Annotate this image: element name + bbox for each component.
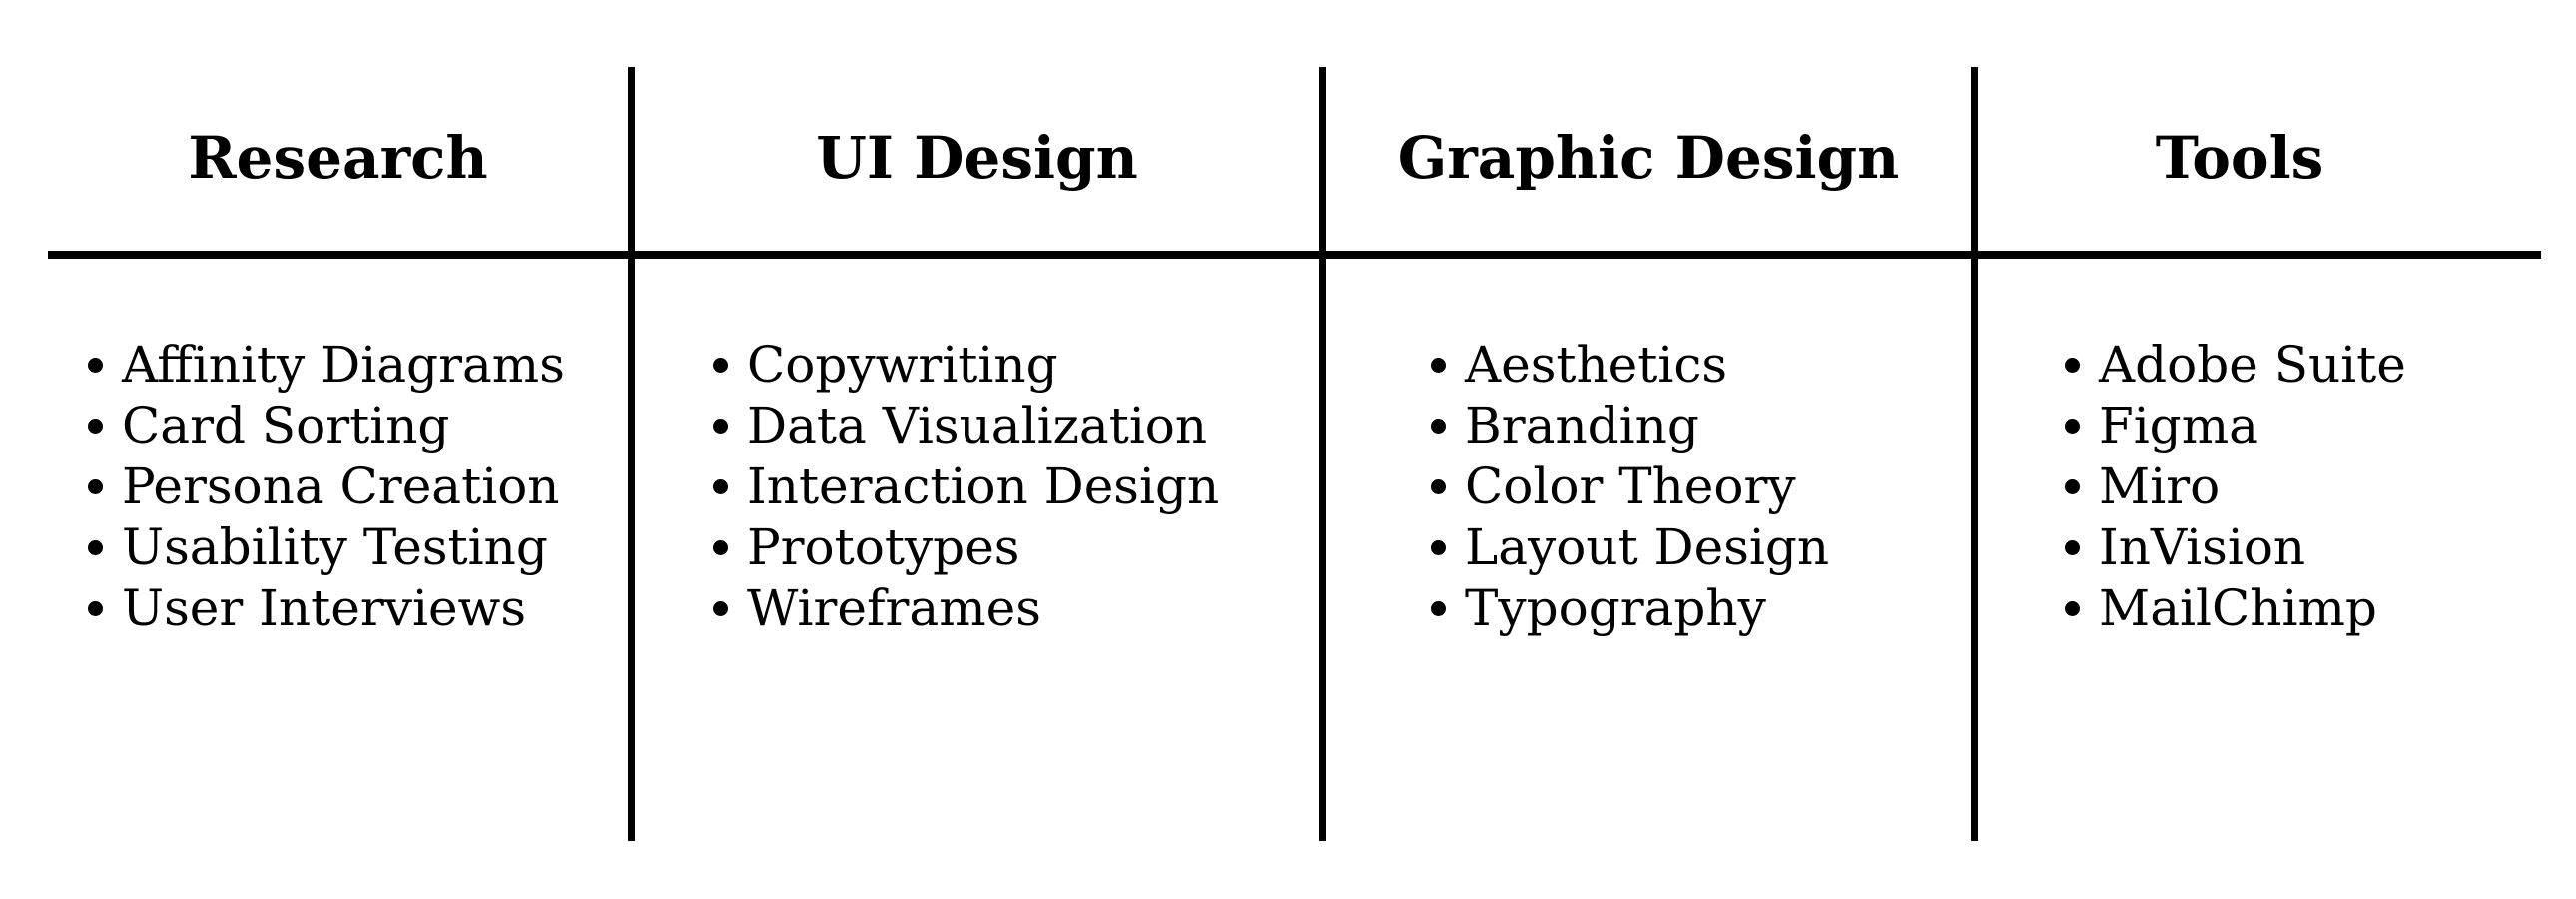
list-item: Typography <box>1431 578 1829 639</box>
list-item-label: Color Theory <box>1465 457 1796 515</box>
column-header-research: Research <box>188 124 488 192</box>
list-item: Branding <box>1431 396 1829 456</box>
bullet-icon <box>1431 479 1446 494</box>
bullet-icon <box>713 419 728 434</box>
list-item-label: Data Visualization <box>747 397 1208 454</box>
list-item-label: Aesthetics <box>1465 336 1727 394</box>
list-item: User Interviews <box>88 578 565 639</box>
research-list: Affinity Diagrams Card Sorting Persona C… <box>88 335 565 639</box>
list-item: InVision <box>2065 517 2406 578</box>
bullet-icon <box>88 601 103 616</box>
column-header-ui-design: UI Design <box>816 124 1138 192</box>
list-item-label: Miro <box>2099 457 2221 515</box>
list-item-label: Usability Testing <box>122 518 548 576</box>
list-item: Aesthetics <box>1431 335 1829 396</box>
list-item: Copywriting <box>713 335 1219 396</box>
list-item-label: Persona Creation <box>122 457 560 515</box>
list-item-label: Figma <box>2099 397 2258 454</box>
list-item: Usability Testing <box>88 517 565 578</box>
list-item-label: Interaction Design <box>747 457 1220 515</box>
bullet-icon <box>1431 601 1446 616</box>
list-item: Card Sorting <box>88 396 565 456</box>
list-item: Interaction Design <box>713 456 1219 517</box>
skills-table: Research UI Design Graphic Design Tools … <box>0 0 2576 899</box>
bullet-icon <box>88 540 103 555</box>
column-divider <box>1971 67 1978 841</box>
graphic-design-list: Aesthetics Branding Color Theory Layout … <box>1431 335 1829 639</box>
list-item-label: InVision <box>2099 518 2306 576</box>
bullet-icon <box>2065 479 2080 494</box>
list-item: Prototypes <box>713 517 1219 578</box>
bullet-icon <box>88 419 103 434</box>
bullet-icon <box>2065 601 2080 616</box>
bullet-icon <box>2065 358 2080 373</box>
list-item: Color Theory <box>1431 456 1829 517</box>
list-item: Miro <box>2065 456 2406 517</box>
header-divider <box>48 251 2541 259</box>
list-item-label: Copywriting <box>747 336 1058 394</box>
list-item-label: Adobe Suite <box>2099 336 2406 394</box>
column-header-tools: Tools <box>2155 124 2324 192</box>
list-item-label: Typography <box>1465 579 1766 637</box>
list-item: Layout Design <box>1431 517 1829 578</box>
list-item-label: MailChimp <box>2099 579 2377 637</box>
list-item-label: User Interviews <box>122 579 527 637</box>
list-item-label: Wireframes <box>747 579 1041 637</box>
list-item-label: Branding <box>1465 397 1699 454</box>
bullet-icon <box>2065 540 2080 555</box>
list-item: Persona Creation <box>88 456 565 517</box>
bullet-icon <box>1431 358 1446 373</box>
bullet-icon <box>1431 540 1446 555</box>
bullet-icon <box>713 601 728 616</box>
list-item: MailChimp <box>2065 578 2406 639</box>
list-item: Adobe Suite <box>2065 335 2406 396</box>
list-item: Wireframes <box>713 578 1219 639</box>
column-divider <box>1319 67 1326 841</box>
bullet-icon <box>2065 419 2080 434</box>
bullet-icon <box>1431 419 1446 434</box>
bullet-icon <box>713 358 728 373</box>
list-item-label: Prototypes <box>747 518 1020 576</box>
tools-list: Adobe Suite Figma Miro InVision MailChim… <box>2065 335 2406 639</box>
ui-design-list: Copywriting Data Visualization Interacti… <box>713 335 1219 639</box>
list-item: Figma <box>2065 396 2406 456</box>
list-item: Data Visualization <box>713 396 1219 456</box>
list-item-label: Card Sorting <box>122 397 450 454</box>
bullet-icon <box>713 540 728 555</box>
bullet-icon <box>713 479 728 494</box>
column-header-graphic-design: Graphic Design <box>1397 124 1900 192</box>
list-item-label: Affinity Diagrams <box>122 336 565 394</box>
column-divider <box>628 67 635 841</box>
bullet-icon <box>88 479 103 494</box>
list-item-label: Layout Design <box>1465 518 1830 576</box>
bullet-icon <box>88 358 103 373</box>
list-item: Affinity Diagrams <box>88 335 565 396</box>
